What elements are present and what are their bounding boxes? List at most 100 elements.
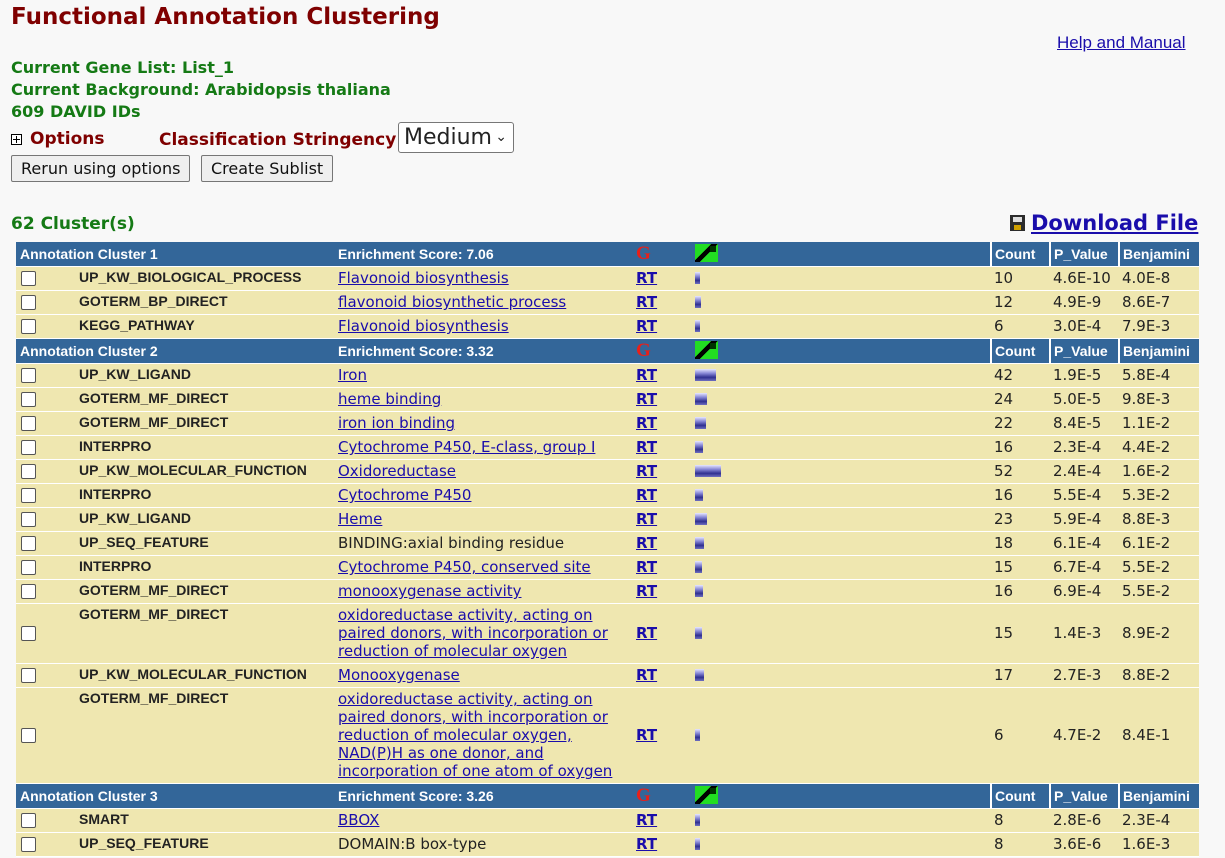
related-terms-link[interactable]: RT — [636, 811, 657, 829]
count-value: 10 — [994, 269, 1014, 287]
annotation-row: UP_KW_LIGAND Heme RT 23 5.9E-4 8.8E-3 — [16, 508, 1199, 532]
annotation-row: GOTERM_MF_DIRECT iron ion binding RT 22 8.4E… — [16, 412, 1199, 436]
pvalue-value: 2.8E-6 — [1053, 811, 1102, 829]
annotation-row: SMART BBOX RT 8 2.8E-6 2.3E-4 — [16, 809, 1199, 833]
pvalue-value: 2.4E-4 — [1053, 462, 1102, 480]
annotation-term[interactable]: oxidoreductase activity, acting on paire… — [338, 690, 618, 780]
current-background: Current Background: Arabidopsis thaliana — [11, 80, 391, 99]
stringency-value: Medium — [404, 125, 492, 150]
row-checkbox[interactable] — [21, 584, 36, 599]
benjamini-value: 2.3E-4 — [1122, 811, 1171, 829]
annotation-term[interactable]: Flavonoid biosynthesis — [338, 317, 618, 335]
related-terms-link[interactable]: RT — [636, 582, 657, 600]
options-toggle[interactable]: Options — [11, 122, 104, 156]
row-checkbox[interactable] — [21, 728, 36, 743]
related-terms-link[interactable]: RT — [636, 438, 657, 456]
gene-view-g-icon[interactable]: G — [636, 243, 651, 265]
annotation-term[interactable]: Oxidoreductase — [338, 462, 618, 480]
related-terms-link[interactable]: RT — [636, 390, 657, 408]
related-terms-link[interactable]: RT — [636, 317, 657, 335]
related-terms-link[interactable]: RT — [636, 414, 657, 432]
annotation-category: GOTERM_MF_DIRECT — [79, 690, 229, 706]
pvalue-value: 5.0E-5 — [1053, 390, 1102, 408]
pvalue-header: P_Value — [1049, 339, 1118, 363]
annotation-term[interactable]: Monooxygenase — [338, 666, 618, 684]
stringency-select[interactable]: Medium ⌄ — [398, 122, 514, 153]
count-value: 16 — [994, 438, 1014, 456]
annotation-term[interactable]: Heme — [338, 510, 618, 528]
annotation-term[interactable]: Iron — [338, 366, 618, 384]
floppy-disk-icon — [1010, 215, 1025, 231]
related-terms-link[interactable]: RT — [636, 293, 657, 311]
enrichment-score: Enrichment Score: 3.26 — [338, 788, 494, 804]
row-checkbox[interactable] — [21, 464, 36, 479]
related-terms-link[interactable]: RT — [636, 486, 657, 504]
annotation-row: UP_KW_BIOLOGICAL_PROCESS Flavonoid biosyn… — [16, 267, 1199, 291]
annotation-category: UP_KW_LIGAND — [79, 510, 192, 526]
row-checkbox[interactable] — [21, 626, 36, 641]
count-bar — [695, 320, 700, 332]
count-bar — [695, 272, 700, 284]
row-checkbox[interactable] — [21, 668, 36, 683]
row-checkbox[interactable] — [21, 813, 36, 828]
related-terms-link[interactable]: RT — [636, 624, 657, 642]
gene-view-g-icon[interactable]: G — [636, 785, 651, 807]
related-terms-link[interactable]: RT — [636, 558, 657, 576]
related-terms-link[interactable]: RT — [636, 462, 657, 480]
row-checkbox[interactable] — [21, 271, 36, 286]
count-value: 16 — [994, 486, 1014, 504]
annotation-category: UP_SEQ_FEATURE — [79, 835, 209, 851]
related-terms-link[interactable]: RT — [636, 666, 657, 684]
help-and-manual-link[interactable]: Help and Manual — [1057, 33, 1186, 53]
annotation-row: GOTERM_MF_DIRECT oxidoreductase activity,… — [16, 688, 1199, 784]
related-terms-link[interactable]: RT — [636, 534, 657, 552]
pvalue-value: 5.5E-4 — [1053, 486, 1102, 504]
benjamini-value: 5.8E-4 — [1122, 366, 1171, 384]
heatmap-icon[interactable] — [695, 786, 718, 804]
cluster-name: Annotation Cluster 2 — [20, 343, 158, 359]
annotation-row: GOTERM_MF_DIRECT monooxygenase activity RT… — [16, 580, 1199, 604]
related-terms-link[interactable]: RT — [636, 726, 657, 744]
row-checkbox[interactable] — [21, 319, 36, 334]
pvalue-value: 6.7E-4 — [1053, 558, 1102, 576]
row-checkbox[interactable] — [21, 416, 36, 431]
row-checkbox[interactable] — [21, 392, 36, 407]
heatmap-icon[interactable] — [695, 244, 718, 262]
annotation-term[interactable]: Cytochrome P450, E-class, group I — [338, 438, 618, 456]
pvalue-value: 6.9E-4 — [1053, 582, 1102, 600]
heatmap-icon[interactable] — [695, 341, 718, 359]
row-checkbox[interactable] — [21, 440, 36, 455]
benjamini-value: 8.8E-3 — [1122, 510, 1171, 528]
annotation-term[interactable]: flavonoid biosynthetic process — [338, 293, 618, 311]
row-checkbox[interactable] — [21, 512, 36, 527]
related-terms-link[interactable]: RT — [636, 510, 657, 528]
benjamini-value: 5.5E-2 — [1122, 582, 1171, 600]
row-checkbox[interactable] — [21, 837, 36, 852]
annotation-term[interactable]: Cytochrome P450 — [338, 486, 618, 504]
related-terms-link[interactable]: RT — [636, 269, 657, 287]
annotation-term[interactable]: iron ion binding — [338, 414, 618, 432]
row-checkbox[interactable] — [21, 368, 36, 383]
annotation-term[interactable]: BBOX — [338, 811, 618, 829]
benjamini-value: 1.1E-2 — [1122, 414, 1171, 432]
row-checkbox[interactable] — [21, 560, 36, 575]
row-checkbox[interactable] — [21, 536, 36, 551]
rerun-button[interactable]: Rerun using options — [11, 155, 191, 182]
related-terms-link[interactable]: RT — [636, 366, 657, 384]
pvalue-value: 1.4E-3 — [1053, 624, 1102, 642]
enrichment-score: Enrichment Score: 3.32 — [338, 343, 494, 359]
download-file-link[interactable]: Download File — [1010, 211, 1198, 235]
annotation-term[interactable]: heme binding — [338, 390, 618, 408]
annotation-term[interactable]: oxidoreductase activity, acting on paire… — [338, 606, 618, 660]
annotation-term[interactable]: Flavonoid biosynthesis — [338, 269, 618, 287]
row-checkbox[interactable] — [21, 295, 36, 310]
related-terms-link[interactable]: RT — [636, 835, 657, 853]
create-sublist-button[interactable]: Create Sublist — [201, 155, 334, 182]
gene-view-g-icon[interactable]: G — [636, 340, 651, 362]
annotation-term[interactable]: Cytochrome P450, conserved site — [338, 558, 618, 576]
expand-plus-icon[interactable] — [11, 133, 22, 145]
row-checkbox[interactable] — [21, 488, 36, 503]
annotation-term[interactable]: monooxygenase activity — [338, 582, 618, 600]
annotation-category: INTERPRO — [79, 486, 152, 502]
count-value: 16 — [994, 582, 1014, 600]
